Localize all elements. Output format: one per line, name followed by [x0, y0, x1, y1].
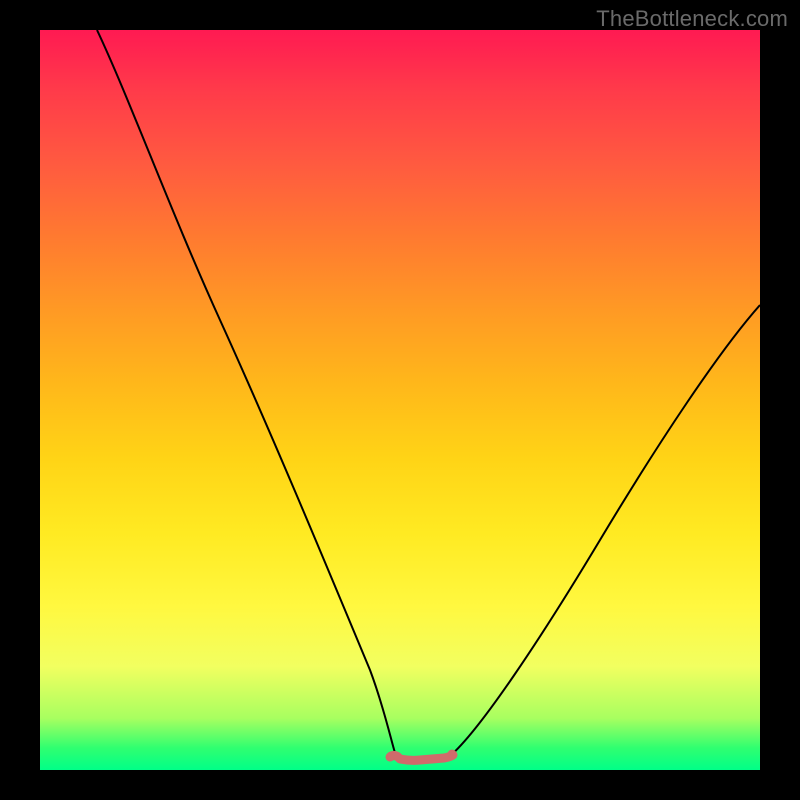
- plot-area: [40, 30, 760, 770]
- bottleneck-left-branch: [97, 30, 396, 756]
- watermark-label: TheBottleneck.com: [596, 6, 788, 32]
- optimal-range-endcap-left: [387, 752, 396, 761]
- optimal-range-endcap-right: [448, 750, 457, 759]
- curve-layer: [40, 30, 760, 770]
- chart-frame: TheBottleneck.com: [0, 0, 800, 800]
- bottleneck-right-branch: [450, 305, 760, 756]
- optimal-range-marker: [390, 755, 453, 760]
